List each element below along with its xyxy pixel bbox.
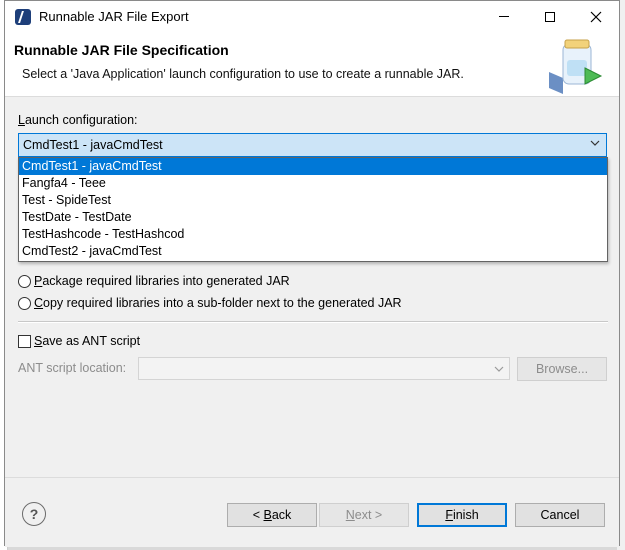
mnemonic: P (34, 274, 43, 288)
wizard-content: Launch configuration: CmdTest1 - javaCmd… (5, 97, 619, 477)
launch-configuration-dropdown: CmdTest1 - javaCmdTest Fangfa4 - Teee Te… (18, 157, 608, 262)
next-button[interactable]: Next > (319, 503, 409, 527)
dropdown-option[interactable]: Test - SpideTest (19, 192, 607, 209)
window-title: Runnable JAR File Export (39, 9, 189, 24)
ant-script-location-combo[interactable] (138, 357, 510, 380)
mnemonic: B (263, 508, 272, 522)
dropdown-option[interactable]: CmdTest2 - javaCmdTest (19, 243, 607, 260)
finish-button[interactable]: Finish (417, 503, 507, 527)
separator (18, 321, 608, 323)
page-title: Runnable JAR File Specification (14, 42, 229, 58)
dropdown-option[interactable]: TestDate - TestDate (19, 209, 607, 226)
back-button[interactable]: < Back (227, 503, 317, 527)
label-text: aunch configuration: (24, 113, 138, 127)
close-button[interactable] (573, 1, 619, 32)
back-label: ack (271, 508, 292, 522)
dropdown-option[interactable]: Fangfa4 - Teee (19, 175, 607, 192)
finish-label: inish (452, 508, 479, 522)
minimize-icon (499, 16, 509, 17)
wizard-header: Runnable JAR File Specification Select a… (5, 32, 619, 97)
window-controls (481, 1, 619, 32)
ant-script-location-label: ANT script location: (18, 361, 127, 375)
next-label: ext > (354, 508, 383, 522)
copy-libraries-option[interactable]: Copy required libraries into a sub-folde… (18, 296, 402, 310)
mnemonic: N (345, 508, 355, 522)
page-description: Select a 'Java Application' launch confi… (22, 67, 464, 81)
minimize-button[interactable] (481, 1, 527, 32)
dropdown-option[interactable]: CmdTest1 - javaCmdTest (19, 158, 607, 175)
launch-configuration-combo[interactable]: CmdTest1 - javaCmdTest (18, 133, 607, 157)
wizard-footer: ? < Back Next > Finish Cancel (5, 477, 619, 547)
save-ant-script-option[interactable]: Save as ANT script (18, 334, 140, 348)
save-ant-script-checkbox[interactable] (18, 334, 31, 348)
back-prefix: < (252, 508, 261, 522)
package-libraries-label: ackage required libraries into generated… (42, 274, 290, 288)
title-bar: Runnable JAR File Export (5, 1, 619, 32)
dropdown-option[interactable]: TestHashcode - TestHashcod (19, 226, 607, 243)
eclipse-icon (15, 8, 31, 25)
combo-selected-value: CmdTest1 - javaCmdTest (23, 138, 163, 152)
browse-button[interactable]: Browse... (517, 357, 607, 381)
jar-export-icon (549, 39, 603, 94)
package-libraries-radio[interactable] (18, 274, 31, 288)
copy-libraries-label: opy required libraries into a sub-folder… (43, 296, 402, 310)
mnemonic: L (18, 113, 25, 127)
package-libraries-option[interactable]: Package required libraries into generate… (18, 274, 290, 288)
export-dialog: Runnable JAR File Export Runnable JAR Fi… (4, 0, 620, 547)
close-icon (590, 11, 602, 22)
help-icon: ? (29, 506, 39, 522)
mnemonic: S (34, 334, 43, 348)
copy-libraries-radio[interactable] (18, 296, 31, 310)
launch-configuration-label: Launch configuration: (18, 113, 138, 127)
maximize-button[interactable] (527, 1, 573, 32)
cancel-button[interactable]: Cancel (515, 503, 605, 527)
help-button[interactable]: ? (22, 502, 46, 526)
save-ant-script-label: ave as ANT script (42, 334, 141, 348)
mnemonic: C (34, 296, 44, 310)
maximize-icon (545, 11, 555, 22)
mnemonic: F (445, 508, 453, 522)
chevron-down-icon (590, 140, 600, 146)
chevron-down-icon (494, 366, 504, 372)
